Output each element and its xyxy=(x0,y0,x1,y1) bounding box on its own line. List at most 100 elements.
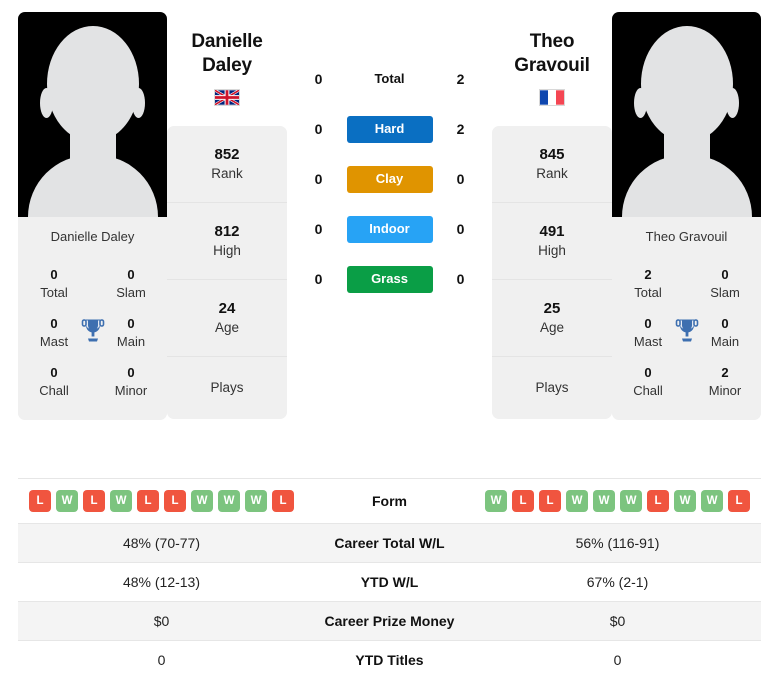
titles-row: 0 Mast 0 Main xyxy=(18,308,167,357)
left-player-name-label: Danielle Daley xyxy=(18,217,167,257)
form-badge-loss[interactable]: L xyxy=(29,490,51,512)
right-ytd-titles: 0 xyxy=(613,652,622,668)
right-player-photo-column: Theo Gravouil 2 Total 0 Slam 0 Mast 0 Ma… xyxy=(612,12,761,421)
form-badge-win[interactable]: W xyxy=(218,490,240,512)
titles-row: 0 Total 0 Slam xyxy=(18,259,167,308)
surface-label-hard[interactable]: Hard xyxy=(346,115,433,143)
right-player-photo xyxy=(612,12,761,217)
form-badge-win[interactable]: W xyxy=(620,490,642,512)
title-label: Chall xyxy=(633,382,663,398)
right-player-titles-panel: 2 Total 0 Slam 0 Mast 0 Main 0 Chall 2 M… xyxy=(612,257,761,421)
surface-breakdown-column: 0 Total 2 0 Hard 2 0 Clay 0 0 Indoor 0 0 xyxy=(287,12,492,293)
surface-row-indoor: 0 Indoor 0 xyxy=(287,215,492,243)
form-badge-win[interactable]: W xyxy=(674,490,696,512)
form-badge-win[interactable]: W xyxy=(593,490,615,512)
title-value: 2 xyxy=(644,267,652,282)
avatar-ear-left xyxy=(40,88,53,118)
form-badge-loss[interactable]: L xyxy=(728,490,750,512)
left-player-titles-panel: 0 Total 0 Slam 0 Mast 0 Main 0 Chall 0 M… xyxy=(18,257,167,421)
title-label: Total xyxy=(634,284,662,300)
title-value: 0 xyxy=(644,316,652,332)
title-label: Mast xyxy=(39,333,69,349)
right-player-first-name: Theo xyxy=(529,31,575,52)
high-label: High xyxy=(538,242,566,258)
form-badge-loss[interactable]: L xyxy=(83,490,105,512)
surface-right-score: 2 xyxy=(456,71,465,88)
player-comparison-area: Danielle Daley 0 Total 0 Slam 0 Mast 0 M… xyxy=(0,0,779,470)
avatar-shoulders xyxy=(621,155,752,217)
surface-left-score: 0 xyxy=(314,271,323,288)
table-row: 48% (12-13) YTD W/L 67% (2-1) xyxy=(18,562,761,602)
form-badge-loss[interactable]: L xyxy=(647,490,669,512)
right-form-strip: WLLWWWLWWL xyxy=(480,490,755,512)
form-badge-win[interactable]: W xyxy=(485,490,507,512)
right-stat-plays: Plays xyxy=(492,357,612,419)
right-career-wl: 56% (116-91) xyxy=(575,535,660,551)
trophy-icon xyxy=(675,317,699,348)
avatar-ear-right xyxy=(726,88,739,118)
form-badge-win[interactable]: W xyxy=(701,490,723,512)
surface-label-total: Total xyxy=(374,71,405,86)
title-value: 0 xyxy=(127,316,135,332)
age-label: Age xyxy=(214,319,240,335)
title-label: Main xyxy=(710,333,740,349)
surface-right-score: 0 xyxy=(456,171,465,188)
title-stat-chall: 0 Chall xyxy=(624,364,672,399)
left-stat-rank: 852 Rank xyxy=(167,126,287,203)
title-stat-mast: 0 Mast xyxy=(624,315,672,350)
title-value: 0 xyxy=(50,316,58,332)
form-badge-win[interactable]: W xyxy=(110,490,132,512)
surface-left-score: 0 xyxy=(314,121,323,138)
form-badge-win[interactable]: W xyxy=(56,490,78,512)
title-stat-total: 2 Total xyxy=(624,266,672,301)
table-row-form: LWLWLLWWWL Form WLLWWWLWWL xyxy=(18,478,761,524)
form-badge-win[interactable]: W xyxy=(191,490,213,512)
surface-left-score: 0 xyxy=(314,171,323,188)
right-stat-rank: 845 Rank xyxy=(492,126,612,203)
right-ytd-wl: 67% (2-1) xyxy=(586,574,649,590)
title-stat-mast: 0 Mast xyxy=(30,315,78,350)
left-player-stat-stack: 852 Rank 812 High 24 Age Plays xyxy=(167,125,287,419)
right-player-stat-stack: 845 Rank 491 High 25 Age Plays xyxy=(492,125,612,419)
titles-row: 2 Total 0 Slam xyxy=(612,259,761,308)
form-badge-loss[interactable]: L xyxy=(272,490,294,512)
table-row: $0 Career Prize Money $0 xyxy=(18,601,761,641)
table-row: 48% (70-77) Career Total W/L 56% (116-91… xyxy=(18,523,761,563)
rank-value: 852 xyxy=(214,146,240,164)
title-label: Total xyxy=(40,284,68,300)
form-badge-win[interactable]: W xyxy=(566,490,588,512)
titles-row: 0 Chall 2 Minor xyxy=(612,357,761,406)
high-value: 812 xyxy=(214,223,240,241)
title-stat-chall: 0 Chall xyxy=(30,364,78,399)
surface-label-indoor[interactable]: Indoor xyxy=(346,215,433,243)
right-prize-money: $0 xyxy=(609,613,626,629)
title-value: 0 xyxy=(127,267,135,282)
title-stat-main: 0 Main xyxy=(107,315,155,350)
title-label: Minor xyxy=(114,382,148,398)
right-player-name-label: Theo Gravouil xyxy=(612,217,761,257)
title-value: 0 xyxy=(50,267,58,282)
left-player-card: Danielle Daley 0 Total 0 Slam 0 Mast 0 M… xyxy=(18,12,167,421)
left-player-last-name: Daley xyxy=(202,54,252,76)
row-label-prize-money: Career Prize Money xyxy=(324,613,455,629)
title-value: 0 xyxy=(721,316,729,332)
form-badge-loss[interactable]: L xyxy=(137,490,159,512)
title-stat-minor: 2 Minor xyxy=(701,364,749,399)
age-label: Age xyxy=(539,319,565,335)
right-player-card: Theo Gravouil 2 Total 0 Slam 0 Mast 0 Ma… xyxy=(612,12,761,421)
titles-row: 0 Chall 0 Minor xyxy=(18,357,167,406)
surface-label-clay[interactable]: Clay xyxy=(346,165,433,193)
form-badge-loss[interactable]: L xyxy=(512,490,534,512)
row-label-ytd-titles: YTD Titles xyxy=(355,652,424,668)
form-badge-loss[interactable]: L xyxy=(539,490,561,512)
title-label: Minor xyxy=(708,382,742,398)
surface-label-grass[interactable]: Grass xyxy=(346,265,433,293)
left-stat-plays: Plays xyxy=(167,357,287,419)
surface-right-score: 0 xyxy=(456,221,465,238)
avatar-shoulders xyxy=(27,155,158,217)
right-player-last-name: Gravouil xyxy=(514,54,590,76)
form-badge-loss[interactable]: L xyxy=(164,490,186,512)
surface-row-grass: 0 Grass 0 xyxy=(287,265,492,293)
comparison-stats-table: LWLWLLWWWL Form WLLWWWLWWL 48% (70-77) C… xyxy=(18,478,761,679)
form-badge-win[interactable]: W xyxy=(245,490,267,512)
